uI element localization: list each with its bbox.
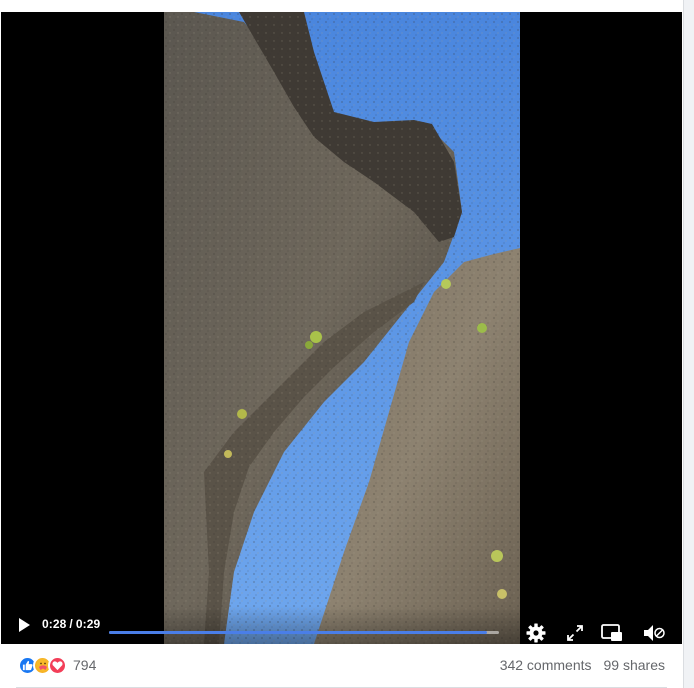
fullscreen-icon — [567, 625, 583, 641]
video-controls: 0:28 / 0:29 — [1, 606, 682, 644]
page-scroll-edge — [683, 0, 694, 688]
gear-icon — [526, 623, 546, 643]
post-footer: 794 342 comments 99 shares — [0, 644, 683, 688]
volume-muted-icon — [644, 625, 665, 641]
comments-link[interactable]: 342 comments — [500, 657, 592, 673]
time-display: 0:28 / 0:29 — [42, 617, 100, 631]
video-player[interactable]: 0:28 / 0:29 — [1, 12, 682, 644]
current-time: 0:28 — [42, 617, 67, 631]
settings-button[interactable] — [525, 622, 547, 644]
time-separator: / — [69, 617, 73, 631]
duration: 0:29 — [75, 617, 101, 631]
video-frame[interactable] — [164, 12, 520, 644]
play-button[interactable] — [13, 614, 35, 636]
fullscreen-button[interactable] — [564, 622, 586, 644]
play-icon — [19, 618, 30, 632]
shares-link[interactable]: 99 shares — [604, 657, 665, 673]
progress-bar[interactable] — [109, 631, 499, 634]
picture-in-picture-button[interactable] — [600, 622, 624, 644]
progress-fill — [109, 631, 488, 634]
picture-in-picture-icon — [601, 624, 622, 641]
love-icon — [48, 655, 67, 675]
engagement-stats: 342 comments 99 shares — [500, 657, 665, 673]
reaction-count: 794 — [73, 657, 97, 673]
post-card: 0:28 / 0:29 794 342 comments 99 shares — [0, 0, 683, 688]
volume-button[interactable] — [641, 622, 667, 644]
reactions-summary[interactable]: 794 — [18, 655, 96, 675]
video-image — [164, 12, 520, 644]
